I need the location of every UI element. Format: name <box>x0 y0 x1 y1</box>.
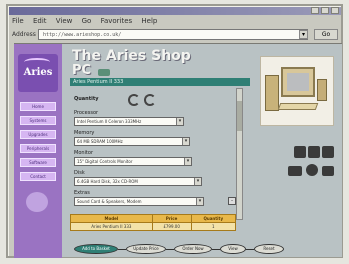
table-cell-price: £799.00 <box>151 222 192 231</box>
maximize-icon[interactable] <box>321 7 329 14</box>
table-cell-quantity[interactable]: 1 <box>190 222 237 231</box>
address-dropdown-icon[interactable]: ▾ <box>299 30 308 39</box>
keyboard-icon <box>277 103 319 110</box>
menu-edit[interactable]: Edit <box>33 17 47 25</box>
order-now-button[interactable]: Order Now <box>174 244 212 254</box>
processor-label: Processor <box>74 110 99 116</box>
sidebar-item-contact[interactable]: Contact <box>20 172 56 181</box>
extras-value: Sound Card & Speakers, Modem <box>77 199 142 204</box>
minimize-icon[interactable] <box>311 7 319 14</box>
sidebar-item-systems[interactable]: Systems <box>20 116 56 125</box>
menu-view[interactable]: View <box>56 17 73 25</box>
brand-logo-1-icon <box>294 146 306 158</box>
table-header-price: Price <box>151 214 192 223</box>
table-header-model: Model <box>70 214 153 223</box>
logo-swoosh-icon <box>24 58 50 66</box>
update-price-button[interactable]: Update Price <box>126 244 166 254</box>
page-subtitle: PC <box>72 63 92 78</box>
close-icon[interactable] <box>331 7 339 14</box>
table-cell-model: Aries Pentium II 333 <box>70 222 153 231</box>
sidebar-item-home[interactable]: Home <box>20 102 56 111</box>
product-banner: Aries Pentium II 333 <box>70 78 250 86</box>
menu-bar: File Edit View Go Favorites Help <box>12 17 340 27</box>
address-label: Address <box>12 31 36 38</box>
monitor-select[interactable]: 15" Digital Controls Monitor ▾ <box>74 157 192 166</box>
extras-toggle-icon[interactable]: - <box>228 197 236 205</box>
aries-logo[interactable]: Aries <box>18 54 58 92</box>
quantity-label: Quantity <box>74 96 99 102</box>
pc-monitor-icon <box>281 67 315 97</box>
chevron-down-icon[interactable]: ▾ <box>182 138 189 145</box>
address-input[interactable]: http://www.arieshop.co.uk/ <box>38 29 308 40</box>
action-buttons: Add to Basket Update Price Order Now Vie… <box>74 244 334 256</box>
chevron-down-icon[interactable]: ▾ <box>184 158 191 165</box>
chevron-down-icon[interactable]: ▾ <box>176 118 183 125</box>
menu-file[interactable]: File <box>12 17 24 25</box>
table-row: Aries Pentium II 333 £799.00 1 <box>70 222 237 231</box>
browser-window: File Edit View Go Favorites Help Address… <box>6 4 343 258</box>
disk-label: Disk <box>74 170 85 176</box>
brand-logo-5-icon <box>306 164 318 176</box>
product-image <box>260 56 334 126</box>
scroll-thumb[interactable] <box>237 101 242 131</box>
go-button[interactable]: Go <box>314 29 338 40</box>
menu-favorites[interactable]: Favorites <box>101 17 133 25</box>
sidebar: Aries Home Systems Upgrades Peripherals … <box>14 44 62 258</box>
brand-logo-3-icon <box>322 146 334 158</box>
user-icon[interactable] <box>26 192 48 212</box>
quantity-down-icon[interactable] <box>144 94 156 106</box>
sidebar-item-upgrades[interactable]: Upgrades <box>20 130 56 139</box>
menu-go[interactable]: Go <box>82 17 92 25</box>
extras-label: Extras <box>74 190 90 196</box>
price-table: Model Price Quantity Aries Pentium II 33… <box>70 214 237 231</box>
connector-line <box>118 249 126 250</box>
pc-tower-icon <box>265 75 279 111</box>
brand-logo-2-icon <box>308 146 320 158</box>
logo-text: Aries <box>23 67 53 78</box>
page-content: Aries Home Systems Upgrades Peripherals … <box>14 43 342 258</box>
speaker-icon <box>317 79 327 101</box>
scrollbar[interactable] <box>236 88 243 220</box>
brand-logo-6-icon <box>322 166 334 176</box>
view-button[interactable]: View <box>220 244 246 254</box>
monitor-label: Monitor <box>74 150 94 156</box>
reset-button[interactable]: Reset <box>254 244 284 254</box>
main-panel: The Aries Shop PC Aries Pentium II 333 Q… <box>64 44 342 258</box>
title-bar <box>9 7 341 15</box>
sidebar-item-software[interactable]: Software <box>20 158 56 167</box>
address-bar: Address http://www.arieshop.co.uk/ ▾ Go <box>12 29 340 41</box>
disk-select[interactable]: 6.4GB Hard Disk, 32x CD-ROM ▾ <box>74 177 202 186</box>
screen: File Edit View Go Favorites Help Address… <box>0 0 349 264</box>
memory-label: Memory <box>74 130 95 136</box>
memory-value: 64 MB SDRAM 100MHz <box>77 139 123 144</box>
brand-logo-4-icon <box>288 166 302 176</box>
pc-screen <box>287 73 309 91</box>
sidebar-item-peripherals[interactable]: Peripherals <box>20 144 56 153</box>
cart-icon <box>98 69 110 76</box>
connector-line <box>166 249 174 250</box>
page-title: The Aries Shop <box>72 48 191 64</box>
memory-select[interactable]: 64 MB SDRAM 100MHz ▾ <box>74 137 190 146</box>
brand-logos <box>280 144 336 184</box>
extras-select[interactable]: Sound Card & Speakers, Modem ▾ <box>74 197 204 206</box>
processor-value: Intel Pentium II Celeron 333MHz <box>77 119 142 124</box>
quantity-up-icon[interactable] <box>128 94 140 106</box>
add-to-basket-button[interactable]: Add to Basket <box>74 244 118 254</box>
processor-select[interactable]: Intel Pentium II Celeron 333MHz ▾ <box>74 117 184 126</box>
chevron-down-icon[interactable]: ▾ <box>196 198 203 205</box>
chevron-down-icon[interactable]: ▾ <box>194 178 201 185</box>
connector-line <box>212 249 220 250</box>
connector-line <box>246 249 254 250</box>
table-header-row: Model Price Quantity <box>70 214 237 223</box>
menu-help[interactable]: Help <box>141 17 157 25</box>
monitor-value: 15" Digital Controls Monitor <box>77 159 133 164</box>
disk-value: 6.4GB Hard Disk, 32x CD-ROM <box>77 179 138 184</box>
table-header-quantity: Quantity <box>190 214 237 223</box>
